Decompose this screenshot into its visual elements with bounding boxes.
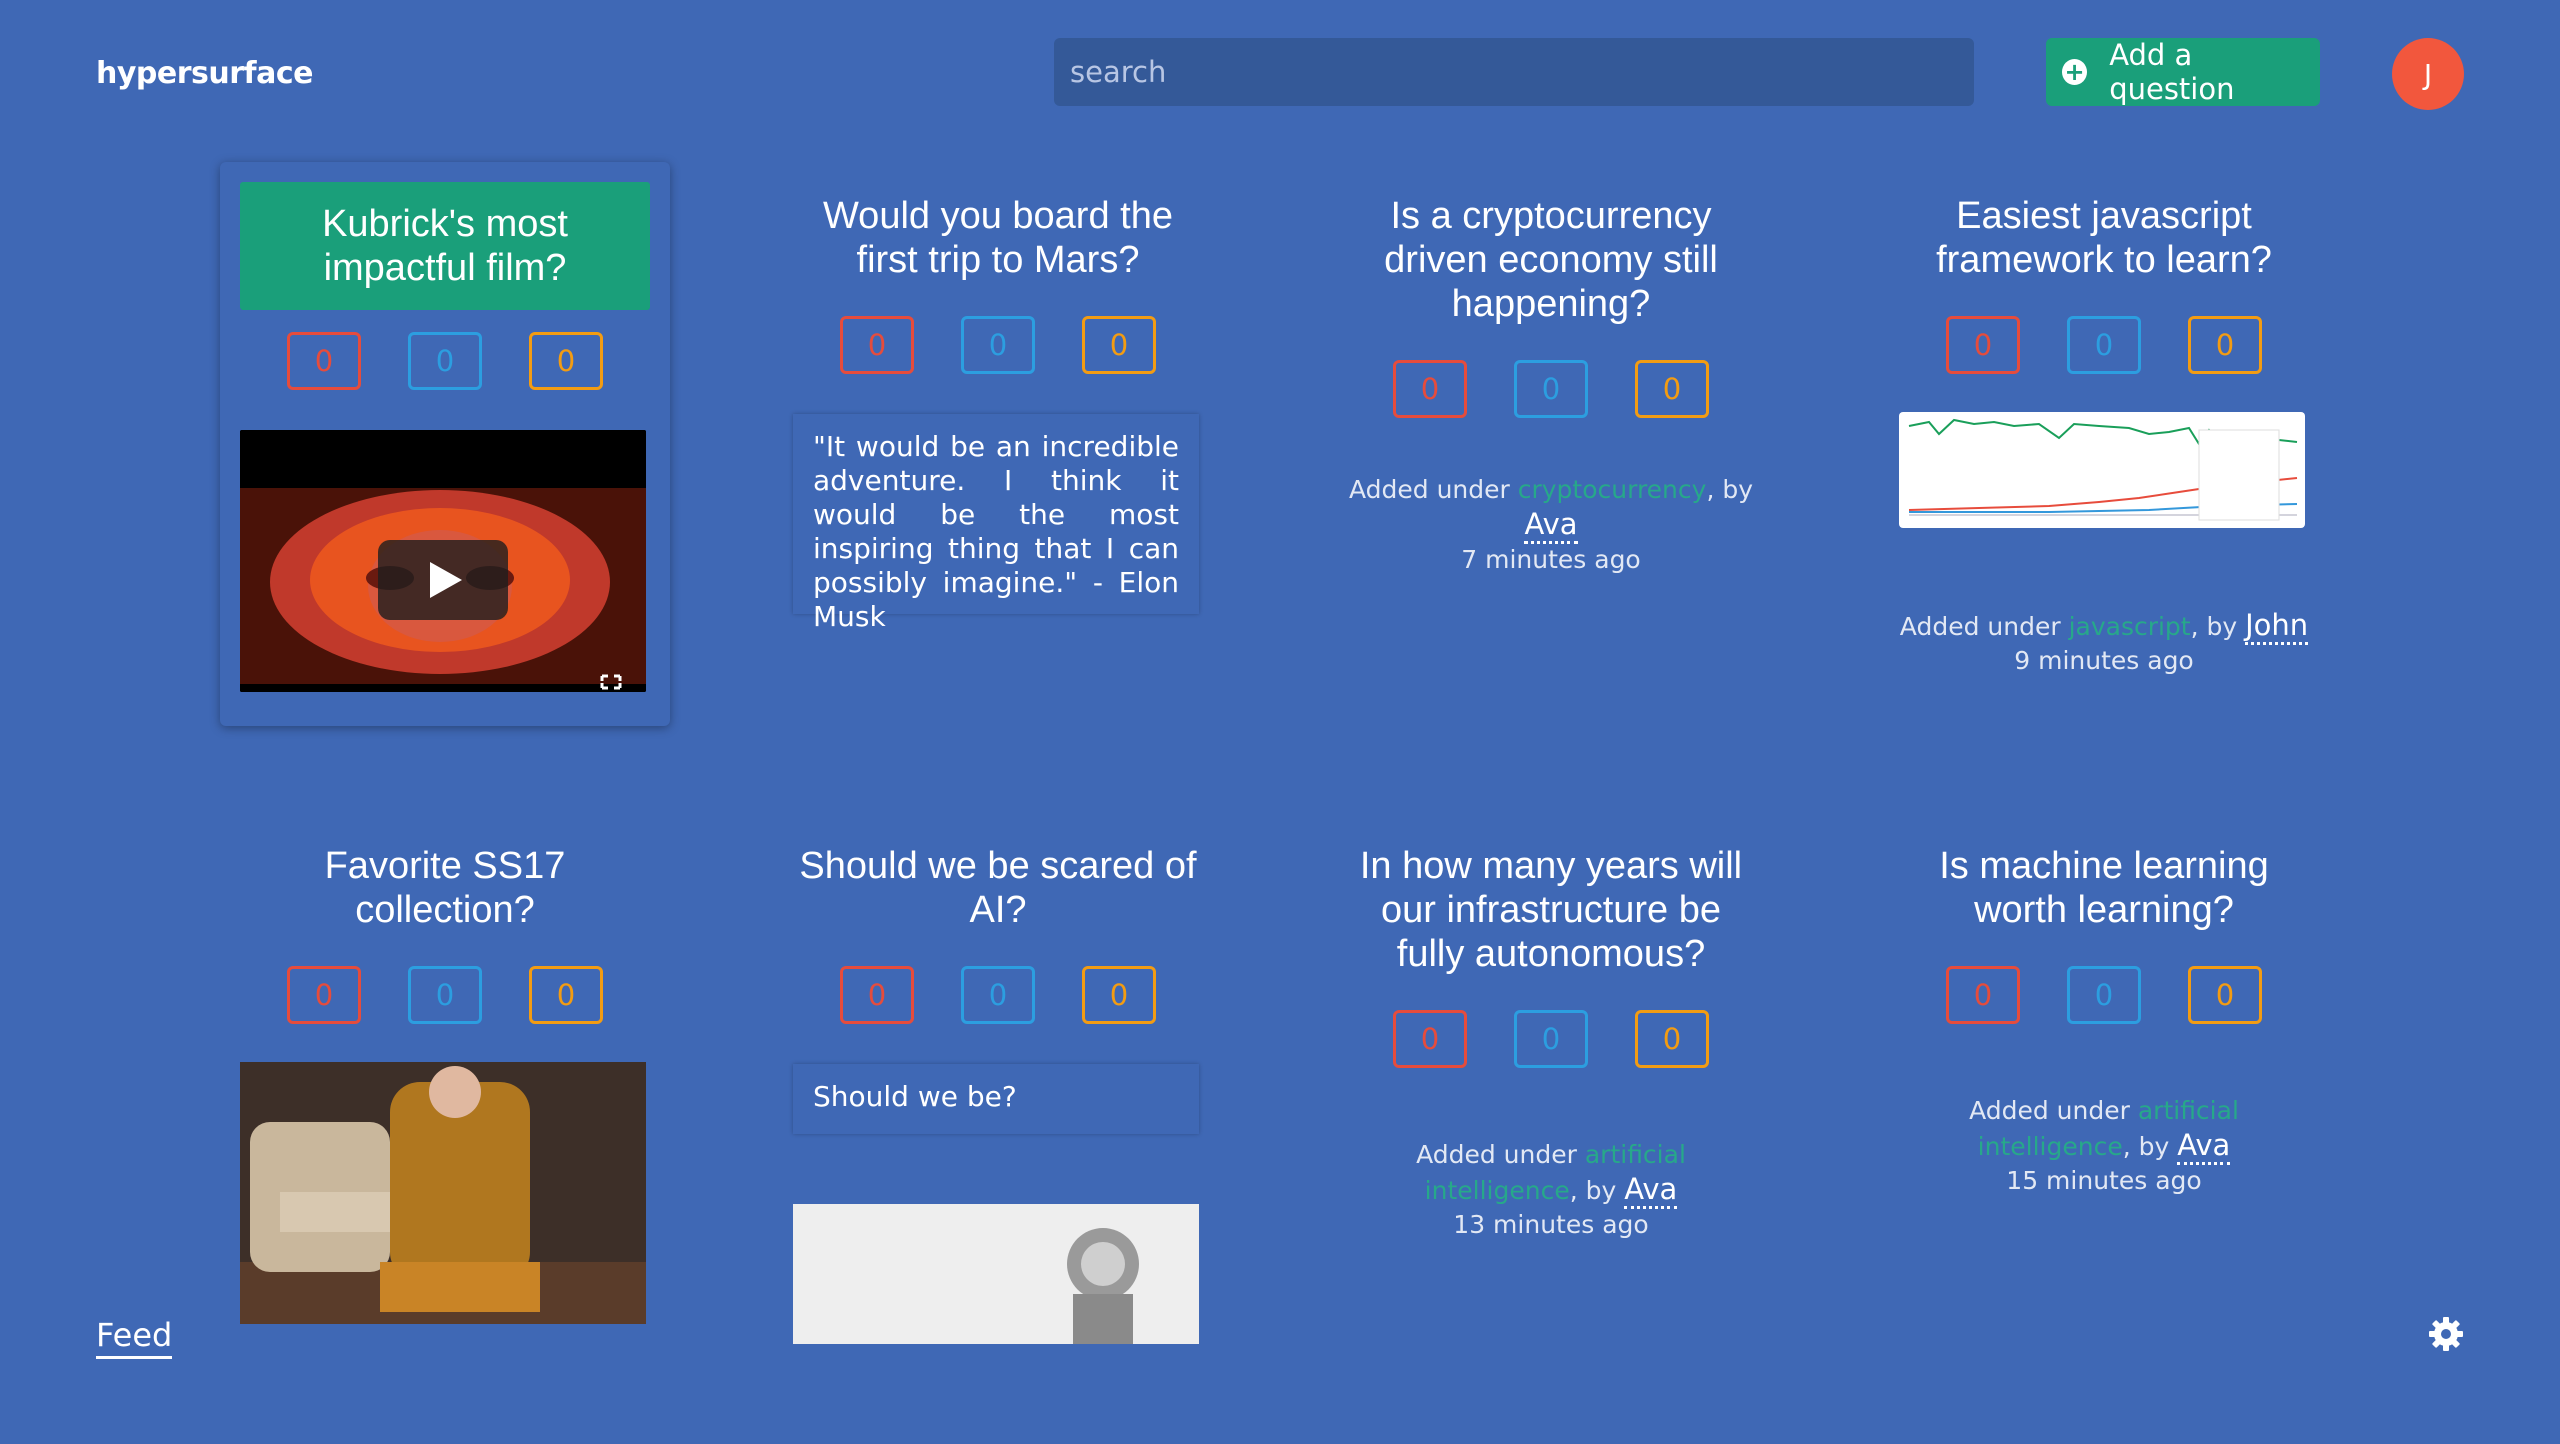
meta-prefix: Added under <box>1416 1140 1585 1169</box>
vote-button-orange[interactable]: 0 <box>1635 360 1709 418</box>
question-meta: Added under artificial intelligence, by … <box>1326 1138 1776 1242</box>
vote-row: 0 0 0 <box>1879 966 2329 1024</box>
question-card[interactable]: In how many years will our infrastructur… <box>1326 832 1776 1242</box>
timestamp: 9 minutes ago <box>2014 646 2194 675</box>
meta-prefix: Added under <box>1969 1096 2138 1125</box>
settings-gear-icon[interactable] <box>2428 1316 2464 1352</box>
vote-button-orange[interactable]: 0 <box>529 332 603 390</box>
question-meta: Added under cryptocurrency, by Ava 7 min… <box>1326 473 1776 577</box>
timestamp: 7 minutes ago <box>1461 545 1641 574</box>
robot-photo <box>793 1204 1199 1344</box>
quote-excerpt: "It would be an incredible adventure. I … <box>793 414 1199 633</box>
quote-excerpt: Should we be? <box>793 1064 1199 1134</box>
vote-button-red[interactable]: 0 <box>840 966 914 1024</box>
author-link[interactable]: Ava <box>1524 507 1578 544</box>
question-title[interactable]: Is a cryptocurrency driven economy still… <box>1326 182 1776 338</box>
vote-row: 0 0 0 <box>773 966 1223 1024</box>
play-icon <box>430 562 462 598</box>
vote-button-blue[interactable]: 0 <box>2067 966 2141 1024</box>
trends-chart-image <box>1899 412 2305 528</box>
vote-button-red[interactable]: 0 <box>287 332 361 390</box>
question-meta: Added under javascript, by John 9 minute… <box>1879 608 2329 678</box>
question-card[interactable]: Easiest javascript framework to learn? 0… <box>1879 182 2329 726</box>
meta-prefix: Added under <box>1899 612 2069 641</box>
question-title[interactable]: Is machine learning worth learning? <box>1879 832 2329 944</box>
topic-link[interactable]: javascript <box>2069 612 2191 641</box>
vote-button-blue[interactable]: 0 <box>1514 360 1588 418</box>
question-title[interactable]: Would you board the first trip to Mars? <box>773 182 1223 294</box>
vote-button-orange[interactable]: 0 <box>529 966 603 1024</box>
vote-row: 0 0 0 <box>773 316 1223 374</box>
vote-row: 0 0 0 <box>1326 1010 1776 1068</box>
question-card[interactable]: Would you board the first trip to Mars? … <box>773 182 1223 633</box>
search-input[interactable] <box>1054 38 1974 106</box>
vote-row: 0 0 0 <box>1879 316 2329 374</box>
question-card[interactable]: Should we be scared of AI? 0 0 0 Should … <box>773 832 1223 1374</box>
fashion-photo <box>240 1062 646 1324</box>
meta-by: , by <box>2122 1132 2178 1161</box>
vote-button-orange[interactable]: 0 <box>1082 316 1156 374</box>
question-card[interactable]: Favorite SS17 collection? 0 0 0 <box>220 832 670 1374</box>
vote-row: 0 0 0 <box>1326 360 1776 418</box>
question-card[interactable]: Is machine learning worth learning? 0 0 … <box>1879 832 2329 1198</box>
vote-button-red[interactable]: 0 <box>840 316 914 374</box>
author-link[interactable]: Ava <box>1624 1172 1678 1209</box>
vote-button-orange[interactable]: 0 <box>1082 966 1156 1024</box>
question-title[interactable]: Easiest javascript framework to learn? <box>1879 182 2329 294</box>
feed-link[interactable]: Feed <box>96 1316 173 1359</box>
vote-row: 0 0 0 <box>220 332 670 390</box>
vote-button-blue[interactable]: 0 <box>961 316 1035 374</box>
vote-button-blue[interactable]: 0 <box>408 332 482 390</box>
meta-by: , by <box>1706 475 1754 504</box>
add-question-button[interactable]: + Add a question <box>2046 38 2320 106</box>
meta-by: , by <box>1569 1176 1625 1205</box>
vote-button-red[interactable]: 0 <box>1393 1010 1467 1068</box>
vote-button-orange[interactable]: 0 <box>1635 1010 1709 1068</box>
vote-button-red[interactable]: 0 <box>1946 966 2020 1024</box>
plus-icon: + <box>2062 58 2088 86</box>
question-card[interactable]: Kubrick's most impactful film? 0 0 0 <box>220 162 670 726</box>
vote-row: 0 0 0 <box>220 966 670 1024</box>
vote-button-orange[interactable]: 0 <box>2188 966 2262 1024</box>
timestamp: 15 minutes ago <box>2006 1166 2202 1195</box>
vote-button-red[interactable]: 0 <box>1946 316 2020 374</box>
question-title[interactable]: Favorite SS17 collection? <box>220 832 670 944</box>
author-link[interactable]: Ava <box>2177 1128 2231 1165</box>
vote-button-red[interactable]: 0 <box>287 966 361 1024</box>
question-meta: Added under artificial intelligence, by … <box>1879 1094 2329 1198</box>
question-title[interactable]: Should we be scared of AI? <box>773 832 1223 944</box>
brand-logo[interactable]: hypersurface <box>96 56 313 91</box>
author-link[interactable]: John <box>2245 608 2309 645</box>
play-button[interactable] <box>378 540 508 620</box>
meta-prefix: Added under <box>1348 475 1518 504</box>
question-card[interactable]: Is a cryptocurrency driven economy still… <box>1326 182 1776 577</box>
vote-button-blue[interactable]: 0 <box>961 966 1035 1024</box>
vote-button-blue[interactable]: 0 <box>408 966 482 1024</box>
question-title[interactable]: In how many years will our infrastructur… <box>1326 832 1776 988</box>
vote-button-orange[interactable]: 0 <box>2188 316 2262 374</box>
meta-by: , by <box>2190 612 2246 641</box>
fullscreen-icon[interactable] <box>600 674 622 690</box>
avatar[interactable]: J <box>2392 38 2464 110</box>
timestamp: 13 minutes ago <box>1453 1210 1649 1239</box>
question-title[interactable]: Kubrick's most impactful film? <box>240 182 650 310</box>
vote-button-blue[interactable]: 0 <box>1514 1010 1588 1068</box>
add-question-label: Add a question <box>2109 38 2235 106</box>
video-player[interactable] <box>240 430 646 692</box>
vote-button-blue[interactable]: 0 <box>2067 316 2141 374</box>
topic-link[interactable]: cryptocurrency <box>1518 475 1707 504</box>
vote-button-red[interactable]: 0 <box>1393 360 1467 418</box>
